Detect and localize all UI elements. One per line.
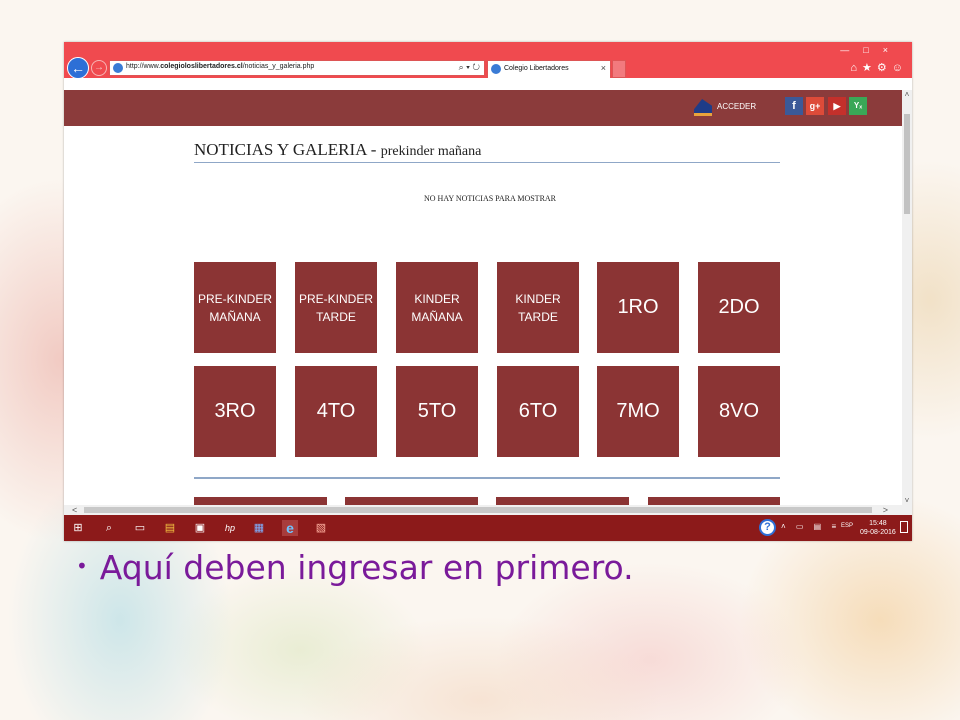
bullet-icon: • — [76, 554, 88, 578]
site-globe-icon — [113, 63, 123, 73]
course-tile-label: KINDER TARDE — [515, 291, 561, 324]
course-tile[interactable]: 8VO — [698, 366, 780, 457]
scroll-down-icon[interactable]: ˅ — [902, 496, 912, 505]
tab-colegio-libertadores[interactable]: Colegio Libertadores × — [487, 60, 611, 78]
vertical-scrollbar[interactable]: ˄ ˅ — [902, 90, 912, 505]
course-tile[interactable]: KINDER TARDE — [497, 262, 579, 353]
browser-chrome: ← → http://www.colegioloslibertadores.cl… — [64, 42, 912, 79]
notifications-icon[interactable] — [900, 521, 908, 533]
forward-button[interactable]: → — [91, 60, 107, 76]
tab-title: Colegio Libertadores — [504, 65, 569, 72]
hp-icon[interactable]: hp — [222, 520, 238, 536]
back-button[interactable]: ← — [67, 57, 89, 79]
system-tray-icons[interactable]: ˄ ▭ ▤ ≡ — [781, 522, 840, 531]
course-tile-label: 1RO — [617, 296, 659, 318]
search-refresh-icons[interactable]: ⌕ ▾ ↻ — [459, 62, 480, 73]
address-bar[interactable]: http://www.colegioloslibertadores.cl/not… — [109, 60, 485, 76]
internet-explorer-icon[interactable]: e — [282, 520, 298, 536]
new-tab-button[interactable] — [612, 60, 626, 78]
house-logo-icon — [694, 99, 712, 116]
store-icon[interactable]: ▣ — [192, 520, 208, 536]
course-tile[interactable]: KINDER MAÑANA — [396, 262, 478, 353]
tab-close-icon[interactable]: × — [601, 63, 606, 73]
horizontal-scrollbar[interactable]: < > — [64, 505, 912, 515]
youtube-icon[interactable]: ▶ — [828, 97, 846, 115]
app-icon[interactable]: ▦ — [251, 520, 267, 536]
app-icon-2[interactable]: ▧ — [313, 520, 329, 536]
horizontal-scroll-thumb[interactable] — [84, 507, 872, 513]
google-plus-icon[interactable]: g+ — [806, 97, 824, 115]
course-tile-label: PRE-KINDER TARDE — [298, 291, 373, 324]
start-icon[interactable]: ⊞ — [70, 520, 86, 536]
window-controls[interactable]: —□× — [840, 45, 902, 55]
social-other-icon[interactable]: Yₓ — [849, 97, 867, 115]
facebook-icon[interactable]: f — [785, 97, 803, 115]
course-tile[interactable]: PRE-KINDER MAÑANA — [194, 262, 276, 353]
file-explorer-icon[interactable]: ▤ — [162, 520, 178, 536]
course-tile[interactable]: PRE-KINDER TARDE — [295, 262, 377, 353]
course-tile-label: 8VO — [718, 400, 760, 422]
search-icon[interactable]: ⌕ — [101, 520, 117, 536]
course-tile-label: 6TO — [518, 400, 558, 422]
language-indicator[interactable]: ESP — [841, 523, 853, 529]
course-tile[interactable]: 6TO — [497, 366, 579, 457]
slide-bullet-text: • Aquí deben ingresar en primero. — [76, 548, 634, 587]
course-tile[interactable]: 4TO — [295, 366, 377, 457]
task-view-icon[interactable]: ▭ — [132, 520, 148, 536]
scroll-right-icon[interactable]: > — [883, 505, 888, 515]
home-favorites-settings-icons[interactable]: ⌂★⚙☺ — [850, 61, 908, 74]
site-header: ACCEDER f g+ ▶ Yₓ — [64, 90, 902, 126]
course-tile-label: 3RO — [214, 400, 256, 422]
clock[interactable]: 15:48 09-08-2016 — [860, 519, 896, 537]
scroll-left-icon[interactable]: < — [72, 505, 77, 515]
tab-favicon-icon — [491, 64, 501, 74]
acceder-link[interactable]: ACCEDER — [717, 102, 756, 111]
course-tile[interactable]: 5TO — [396, 366, 478, 457]
course-tile-label: 7MO — [616, 400, 660, 422]
course-tile[interactable]: 3RO — [194, 366, 276, 457]
no-news-message: NO HAY NOTICIAS PARA MOSTRAR — [423, 194, 557, 203]
windows-taskbar: ⊞ ⌕ ▭ ▤ ▣ hp ▦ e ▧ ? ˄ ▭ ▤ ≡ ESP 15:48 09… — [64, 515, 912, 541]
course-tile[interactable]: 1RO — [597, 262, 679, 353]
course-tile-label: KINDER MAÑANA — [411, 291, 463, 324]
course-tile-label: 4TO — [316, 400, 356, 422]
scroll-up-icon[interactable]: ˄ — [902, 90, 912, 99]
course-tile-label: PRE-KINDER MAÑANA — [197, 291, 272, 324]
course-tile[interactable]: 7MO — [597, 366, 679, 457]
vertical-scroll-thumb[interactable] — [904, 114, 910, 214]
help-icon[interactable]: ? — [759, 519, 776, 536]
page-content: NOTICIAS Y GALERIA - prekinder mañana NO… — [64, 126, 902, 509]
course-tile[interactable]: 2DO — [698, 262, 780, 353]
section-divider — [194, 477, 780, 479]
browser-screenshot: ← → http://www.colegioloslibertadores.cl… — [64, 42, 912, 541]
course-tile-label: 5TO — [417, 400, 457, 422]
course-tile-label: 2DO — [718, 296, 760, 318]
url-text: http://www.colegioloslibertadores.cl/not… — [126, 63, 315, 70]
page-title: NOTICIAS Y GALERIA - prekinder mañana — [194, 140, 780, 163]
